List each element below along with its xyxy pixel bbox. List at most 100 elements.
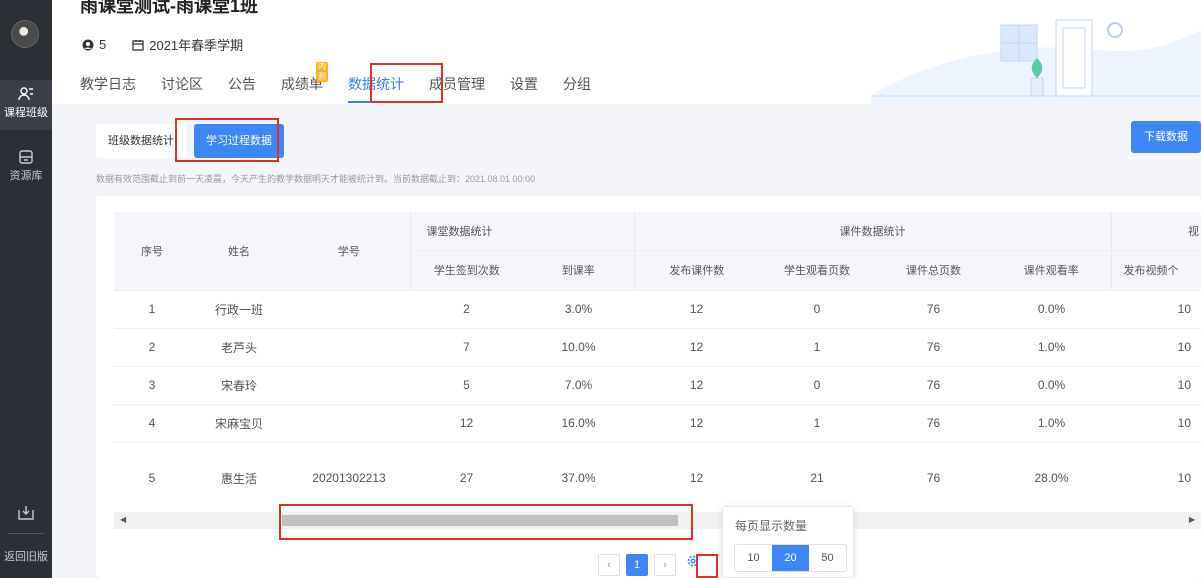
table-row: 5 惠生活 20201302213 27 37.0% 12 21 76 28.0… — [114, 442, 1201, 515]
header-group-class: 课堂数据统计 — [409, 212, 634, 251]
cell-student-id — [288, 404, 410, 443]
cell-published-video: 10 — [1111, 328, 1201, 367]
calendar-icon — [132, 39, 144, 51]
gear-icon — [687, 555, 699, 567]
left-sidebar: 课程班级 资源库 返回旧版 — [0, 0, 52, 578]
cell-attendance: 7.0% — [523, 366, 634, 405]
resources-icon — [19, 150, 33, 164]
cell-name: 老芦头 — [190, 328, 288, 367]
cell-published: 12 — [634, 328, 759, 367]
cell-published: 12 — [634, 404, 759, 443]
header-name: 姓名 — [190, 212, 288, 291]
member-count: 5 — [82, 37, 106, 52]
back-to-old-version-link[interactable]: 返回旧版 — [0, 548, 52, 564]
semester: 2021年春季学期 — [132, 35, 243, 54]
page-size-option-20[interactable]: 20 — [772, 545, 809, 571]
cell-index: 3 — [114, 366, 190, 405]
cell-view-rate: 28.0% — [992, 442, 1111, 515]
cell-published: 12 — [634, 442, 759, 515]
cell-checkins: 5 — [410, 366, 523, 405]
course-header: 雨课堂测试-雨课堂1班 5 2021年春季学期 教学日志 讨论区 公告 成绩单 … — [52, 0, 1201, 104]
header-viewed-pages: 学生观看页数 — [759, 250, 875, 291]
cell-total-pages: 76 — [875, 290, 992, 329]
sidebar-item-course[interactable]: 课程班级 — [0, 80, 52, 130]
tab-teaching-log[interactable]: 教学日志 — [80, 74, 136, 94]
cell-viewed-pages: 21 — [759, 442, 875, 515]
page-size-options: 10 20 50 — [734, 544, 847, 572]
cell-published: 12 — [634, 366, 759, 405]
download-app-icon[interactable] — [17, 504, 35, 525]
cell-view-rate: 1.0% — [992, 328, 1111, 367]
cell-checkins: 7 — [410, 328, 523, 367]
header-checkins: 学生签到次数 — [409, 250, 523, 291]
page-size-option-10[interactable]: 10 — [735, 545, 772, 571]
tab-discussion[interactable]: 讨论区 — [161, 74, 203, 94]
cell-published-video: 10 — [1111, 442, 1201, 515]
header-group-next: 视 — [1110, 212, 1201, 251]
prev-page-button[interactable]: ‹ — [598, 554, 620, 576]
table-row: 4 宋麻宝贝 12 16.0% 12 1 76 1.0% 10 — [114, 404, 1201, 443]
beta-badge: 内测 — [316, 62, 328, 82]
cell-student-id: 20201302213 — [288, 442, 410, 515]
cell-checkins: 27 — [410, 442, 523, 515]
class-stats-button[interactable]: 班级数据统计 — [96, 124, 186, 158]
tab-announcements[interactable]: 公告 — [228, 74, 256, 94]
cell-viewed-pages: 1 — [759, 404, 875, 443]
cell-view-rate: 1.0% — [992, 404, 1111, 443]
tab-groups[interactable]: 分组 — [563, 74, 591, 94]
cell-view-rate: 0.0% — [992, 366, 1111, 405]
pagination: ‹ 1 › — [598, 554, 704, 576]
sidebar-item-resources[interactable]: 资源库 — [0, 145, 52, 189]
course-title: 雨课堂测试-雨课堂1班 — [80, 0, 259, 16]
cell-index: 2 — [114, 328, 190, 367]
cell-student-id — [288, 290, 410, 329]
header-total-pages: 课件总页数 — [875, 250, 992, 291]
next-page-button[interactable]: › — [654, 554, 676, 576]
cell-viewed-pages: 0 — [759, 290, 875, 329]
cell-name: 行政一班 — [190, 290, 288, 329]
table-horizontal-scrollbar[interactable]: ◀ ▶ — [114, 512, 1201, 529]
data-range-note: 数据有效范围截止到前一天凌晨，今天产生的教学数据明天才能被统计到。当前数据截止到… — [96, 174, 536, 184]
scroll-right-arrow-icon[interactable]: ▶ — [1189, 515, 1195, 524]
cell-published-video: 10 — [1111, 290, 1201, 329]
page-size-settings-button[interactable] — [682, 554, 704, 576]
page-size-popover: 每页显示数量 10 20 50 — [722, 506, 854, 578]
header-published: 发布课件数 — [633, 250, 759, 291]
tab-member-management[interactable]: 成员管理 — [429, 74, 485, 94]
cell-checkins: 2 — [410, 290, 523, 329]
tab-data-statistics[interactable]: 数据统计 — [348, 74, 404, 103]
tab-gradebook[interactable]: 成绩单 内测 — [281, 62, 328, 94]
download-data-button[interactable]: 下载数据 — [1131, 121, 1201, 153]
cell-attendance: 10.0% — [523, 328, 634, 367]
data-subnav: 班级数据统计 学习过程数据 — [96, 124, 284, 158]
cell-total-pages: 76 — [875, 366, 992, 405]
page-number-current[interactable]: 1 — [626, 554, 648, 576]
avatar[interactable] — [11, 20, 39, 48]
cell-attendance: 16.0% — [523, 404, 634, 443]
course-meta: 5 2021年春季学期 — [82, 35, 269, 54]
sidebar-divider — [8, 533, 44, 534]
scroll-left-arrow-icon[interactable]: ◀ — [120, 515, 126, 524]
cell-index: 5 — [114, 442, 190, 515]
table-row: 2 老芦头 7 10.0% 12 1 76 1.0% 10 — [114, 328, 1201, 367]
cell-name: 宋春玲 — [190, 366, 288, 405]
header-student-id: 学号 — [288, 212, 410, 291]
table-row: 3 宋春玲 5 7.0% 12 0 76 0.0% 10 — [114, 366, 1201, 405]
cell-index: 1 — [114, 290, 190, 329]
cell-total-pages: 76 — [875, 442, 992, 515]
page-size-option-50[interactable]: 50 — [809, 545, 846, 571]
tab-settings[interactable]: 设置 — [510, 74, 538, 94]
sidebar-item-label: 资源库 — [9, 170, 43, 182]
page-size-title: 每页显示数量 — [735, 519, 808, 533]
cell-view-rate: 0.0% — [992, 290, 1111, 329]
header-attendance: 到课率 — [523, 250, 634, 291]
cell-attendance: 37.0% — [523, 442, 634, 515]
process-data-button[interactable]: 学习过程数据 — [194, 124, 284, 158]
learning-data-table: 序号 姓名 学号 课堂数据统计 课件数据统计 视 学生签到次数 到课率 发布课件… — [114, 212, 1201, 515]
cell-name: 惠生活 — [190, 442, 288, 515]
cell-checkins: 12 — [410, 404, 523, 443]
cell-total-pages: 76 — [875, 328, 992, 367]
table-row: 1 行政一班 2 3.0% 12 0 76 0.0% 10 — [114, 290, 1201, 329]
header-illustration — [871, 19, 1201, 104]
scrollbar-thumb[interactable] — [282, 515, 678, 526]
